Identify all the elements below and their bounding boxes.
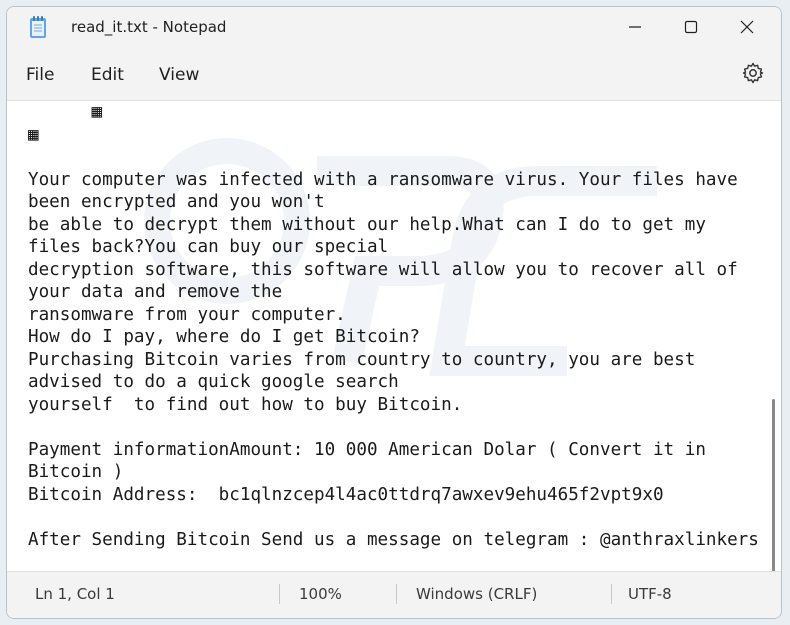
encoding: UTF-8 (628, 585, 672, 603)
menu-bar: File Edit View (7, 47, 781, 101)
menu-view[interactable]: View (159, 65, 199, 85)
minimize-icon (629, 26, 641, 28)
status-bar: Ln 1, Col 1 100% Windows (CRLF) UTF-8 (7, 571, 781, 618)
maximize-icon (684, 20, 698, 34)
zoom-level: 100% (299, 585, 342, 603)
window-title: read_it.txt - Notepad (71, 18, 227, 36)
notepad-icon (30, 16, 46, 38)
close-button[interactable] (719, 7, 775, 47)
text-editor[interactable]: ▦ ▦ Your computer was infected with a ra… (7, 101, 781, 573)
cursor-position: Ln 1, Col 1 (35, 585, 115, 603)
notepad-window: read_it.txt - Notepad File Edit View ▦ ▦… (6, 6, 782, 619)
title-bar[interactable]: read_it.txt - Notepad (7, 7, 781, 47)
maximize-button[interactable] (663, 7, 719, 47)
menu-file[interactable]: File (26, 65, 54, 85)
status-divider (396, 584, 397, 604)
gear-icon[interactable] (741, 61, 765, 85)
status-divider (279, 584, 280, 604)
document-text[interactable]: ▦ ▦ Your computer was infected with a ra… (28, 101, 769, 551)
line-ending: Windows (CRLF) (416, 585, 538, 603)
status-divider (611, 584, 612, 604)
vertical-scrollbar[interactable] (772, 399, 775, 573)
close-icon (740, 20, 754, 34)
menu-edit[interactable]: Edit (91, 65, 124, 85)
minimize-button[interactable] (607, 7, 663, 47)
